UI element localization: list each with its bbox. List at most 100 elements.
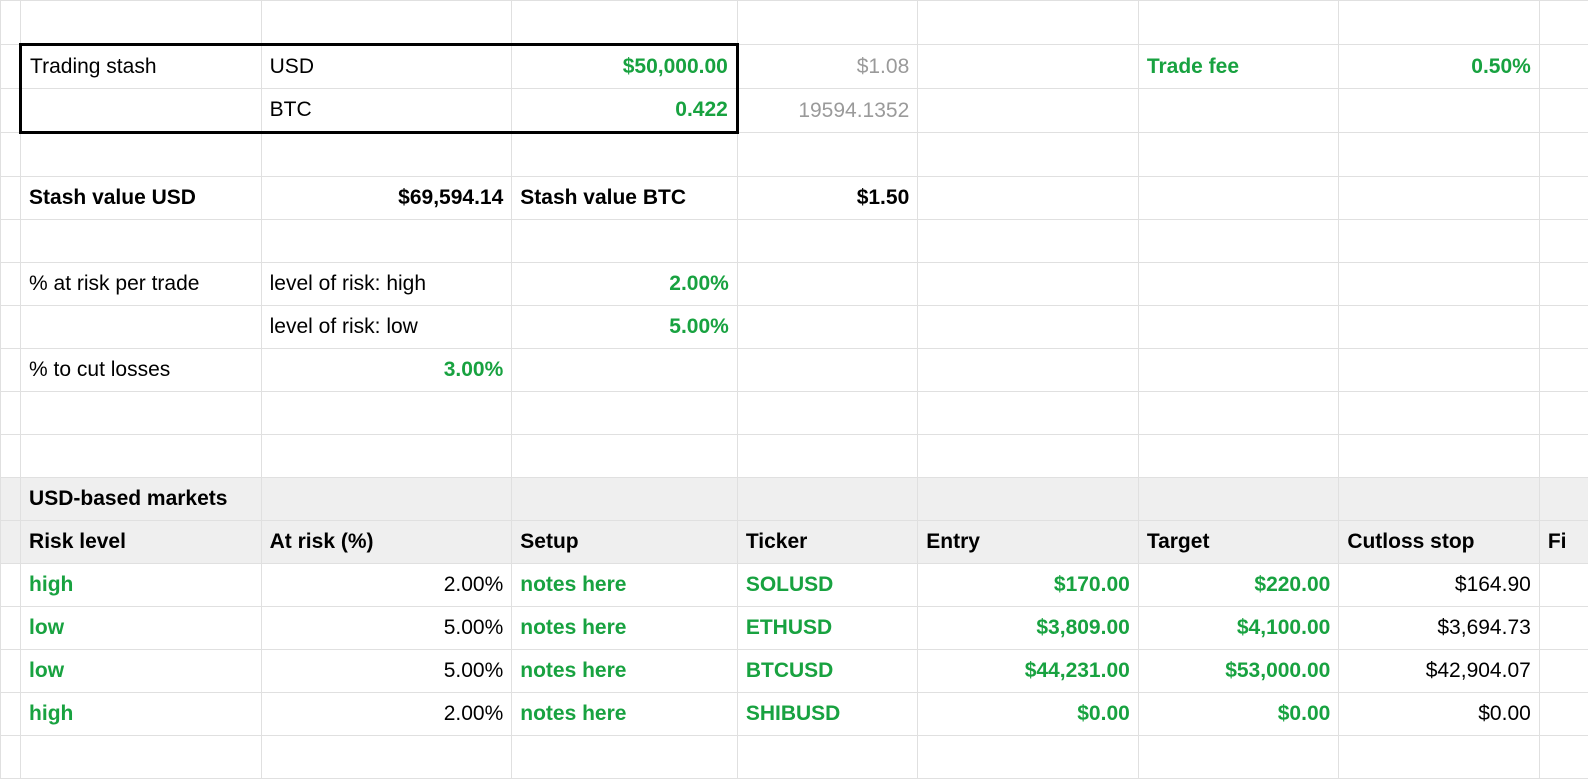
row-setup[interactable]: notes here — [512, 693, 738, 736]
cell[interactable] — [737, 220, 917, 263]
cell[interactable] — [512, 349, 738, 392]
cell[interactable] — [512, 220, 738, 263]
cell[interactable] — [918, 220, 1139, 263]
cell[interactable] — [1138, 306, 1339, 349]
cell[interactable] — [21, 736, 262, 779]
col-cutloss[interactable]: Cutloss stop — [1339, 521, 1540, 564]
cell[interactable] — [261, 478, 512, 521]
row-atrisk[interactable]: 2.00% — [261, 564, 512, 607]
cell[interactable] — [1138, 177, 1339, 220]
cell[interactable] — [1, 89, 21, 133]
row-target[interactable]: $220.00 — [1138, 564, 1339, 607]
cell[interactable] — [21, 392, 262, 435]
cell[interactable] — [1138, 220, 1339, 263]
cell[interactable] — [512, 133, 738, 177]
cell[interactable] — [1, 306, 21, 349]
cell[interactable] — [1539, 607, 1588, 650]
row-risk[interactable]: low — [21, 650, 262, 693]
cell[interactable] — [918, 349, 1139, 392]
cell[interactable] — [918, 133, 1139, 177]
cell[interactable] — [1, 521, 21, 564]
risk-high-value[interactable]: 2.00% — [512, 263, 738, 306]
cell[interactable] — [1539, 736, 1588, 779]
row-atrisk[interactable]: 5.00% — [261, 607, 512, 650]
row-cutloss[interactable]: $0.00 — [1339, 693, 1540, 736]
cell[interactable] — [261, 736, 512, 779]
cell[interactable] — [1339, 220, 1540, 263]
col-entry[interactable]: Entry — [918, 521, 1139, 564]
cell[interactable] — [737, 736, 917, 779]
col-final[interactable]: Fi — [1539, 521, 1588, 564]
cut-losses-label[interactable]: % to cut losses — [21, 349, 262, 392]
cell[interactable] — [1, 1, 21, 45]
cell[interactable] — [918, 89, 1139, 133]
row-setup[interactable]: notes here — [512, 564, 738, 607]
stash-value-usd[interactable]: $69,594.14 — [261, 177, 512, 220]
cell[interactable] — [1138, 1, 1339, 45]
row-atrisk[interactable]: 5.00% — [261, 650, 512, 693]
cell[interactable] — [1, 607, 21, 650]
cell[interactable] — [1138, 263, 1339, 306]
row-ticker[interactable]: BTCUSD — [737, 650, 917, 693]
cell[interactable] — [1339, 478, 1540, 521]
cell[interactable] — [918, 478, 1139, 521]
cell[interactable] — [1539, 478, 1588, 521]
cell[interactable] — [918, 45, 1139, 89]
cell[interactable] — [737, 435, 917, 478]
col-risk-level[interactable]: Risk level — [21, 521, 262, 564]
cell[interactable] — [1, 349, 21, 392]
cell[interactable] — [261, 133, 512, 177]
row-risk[interactable]: low — [21, 607, 262, 650]
stash-usd-value[interactable]: $50,000.00 — [512, 45, 738, 89]
risk-low-label[interactable]: level of risk: low — [261, 306, 512, 349]
cell[interactable] — [1, 650, 21, 693]
cell[interactable] — [918, 435, 1139, 478]
row-cutloss[interactable]: $3,694.73 — [1339, 607, 1540, 650]
cell[interactable] — [918, 306, 1139, 349]
row-target[interactable]: $4,100.00 — [1138, 607, 1339, 650]
col-setup[interactable]: Setup — [512, 521, 738, 564]
cell[interactable] — [737, 349, 917, 392]
cell[interactable] — [918, 263, 1139, 306]
cell[interactable] — [512, 392, 738, 435]
risk-low-value[interactable]: 5.00% — [512, 306, 738, 349]
cell[interactable] — [1539, 1, 1588, 45]
cell[interactable] — [1539, 45, 1588, 89]
stash-btc-label[interactable]: BTC — [261, 89, 512, 133]
cell[interactable] — [21, 435, 262, 478]
cell[interactable] — [1, 177, 21, 220]
cell[interactable] — [737, 263, 917, 306]
row-setup[interactable]: notes here — [512, 650, 738, 693]
row-cutloss[interactable]: $164.90 — [1339, 564, 1540, 607]
cell[interactable] — [21, 220, 262, 263]
cell[interactable] — [1, 45, 21, 89]
row-target[interactable]: $0.00 — [1138, 693, 1339, 736]
cell[interactable] — [737, 1, 917, 45]
cell[interactable] — [1539, 306, 1588, 349]
cell[interactable] — [261, 435, 512, 478]
stash-value-usd-label[interactable]: Stash value USD — [21, 177, 262, 220]
row-risk[interactable]: high — [21, 564, 262, 607]
row-ticker[interactable]: ETHUSD — [737, 607, 917, 650]
cell[interactable] — [21, 306, 262, 349]
trade-fee-label[interactable]: Trade fee — [1138, 45, 1339, 89]
cell[interactable] — [1, 435, 21, 478]
row-entry[interactable]: $170.00 — [918, 564, 1139, 607]
row-target[interactable]: $53,000.00 — [1138, 650, 1339, 693]
cell[interactable] — [1, 220, 21, 263]
cell[interactable] — [1339, 349, 1540, 392]
row-entry[interactable]: $0.00 — [918, 693, 1139, 736]
cell[interactable] — [1539, 693, 1588, 736]
cell[interactable] — [512, 435, 738, 478]
cell[interactable] — [1138, 435, 1339, 478]
col-target[interactable]: Target — [1138, 521, 1339, 564]
cell[interactable] — [1, 392, 21, 435]
stash-usd-label[interactable]: USD — [261, 45, 512, 89]
cell[interactable] — [918, 392, 1139, 435]
cell[interactable] — [1339, 89, 1540, 133]
cell[interactable] — [21, 89, 262, 133]
cell[interactable] — [1, 564, 21, 607]
cell[interactable] — [1138, 392, 1339, 435]
row-risk[interactable]: high — [21, 693, 262, 736]
usd-rate[interactable]: $1.08 — [737, 45, 917, 89]
